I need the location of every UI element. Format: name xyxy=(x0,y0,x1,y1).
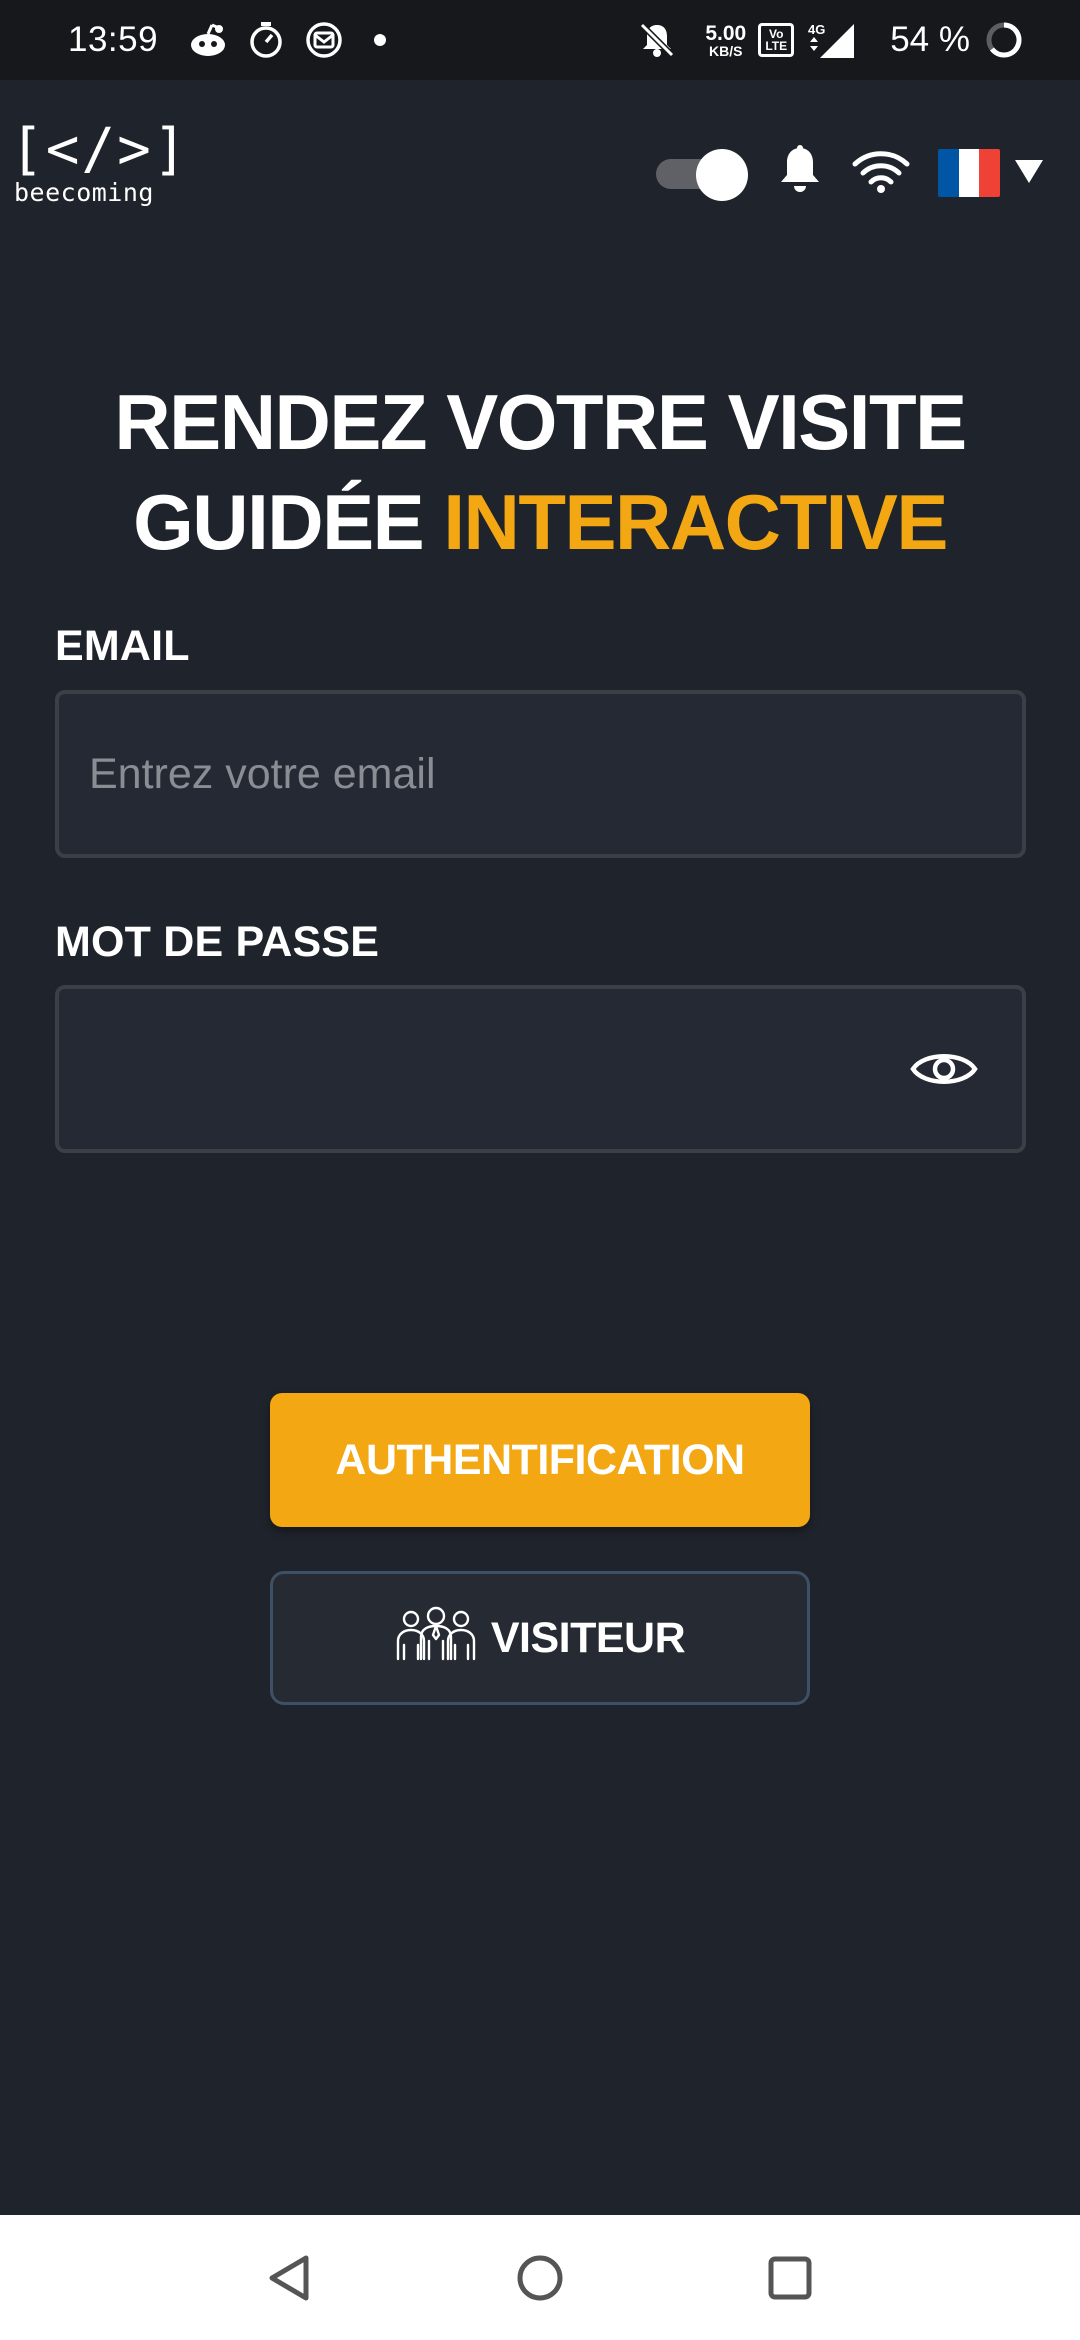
hero-line-1: RENDEZ VOTRE VISITE xyxy=(114,378,967,466)
eye-icon[interactable] xyxy=(910,1045,978,1093)
visitor-button[interactable]: VISITEUR xyxy=(270,1571,810,1705)
battery-percent: 54 % xyxy=(890,20,970,59)
people-group-icon xyxy=(395,1605,477,1672)
beecoming-logo[interactable]: [</>] beecoming xyxy=(10,117,189,207)
notification-dot xyxy=(374,34,387,46)
home-icon[interactable] xyxy=(510,2248,570,2308)
volte-icon: Vo LTE xyxy=(758,23,795,57)
logo-mark: [</>] xyxy=(10,117,189,182)
bell-icon[interactable] xyxy=(776,144,824,202)
reddit-icon xyxy=(186,18,230,62)
system-nav-bar xyxy=(0,2215,1080,2340)
password-label: MOT DE PASSE xyxy=(55,918,380,966)
hero-line-2-plain: GUIDÉE xyxy=(133,478,444,566)
net-speed: 5.00 KB/S xyxy=(705,23,746,58)
dark-mode-toggle[interactable] xyxy=(656,149,748,201)
toggle-knob xyxy=(696,149,748,201)
net-speed-unit: KB/S xyxy=(709,42,743,59)
signal-icon: 4G xyxy=(806,18,858,62)
hero-line-2-accent: INTERACTIVE xyxy=(443,478,948,566)
email-field[interactable] xyxy=(59,694,1022,854)
timer-icon xyxy=(244,18,288,62)
status-time: 13:59 xyxy=(68,20,159,59)
chevron-down-icon xyxy=(1014,158,1044,189)
authentication-button[interactable]: AUTHENTIFICATION xyxy=(270,1393,810,1527)
visitor-button-label: VISITEUR xyxy=(490,1613,686,1662)
logo-text: beecoming xyxy=(14,178,154,207)
france-flag-icon xyxy=(938,149,1000,197)
back-icon[interactable] xyxy=(260,2248,320,2308)
header-actions xyxy=(656,138,1044,208)
hero-line-2: GUIDÉE INTERACTIVE xyxy=(0,472,1080,572)
app-header: [</>] beecoming xyxy=(0,80,1080,250)
mail-icon xyxy=(302,18,346,62)
svg-text:4G: 4G xyxy=(808,22,825,37)
email-field-container xyxy=(55,690,1026,858)
wifi-icon[interactable] xyxy=(852,148,910,199)
email-label: EMAIL xyxy=(55,622,190,670)
language-selector[interactable] xyxy=(938,149,1044,197)
recents-icon[interactable] xyxy=(760,2248,820,2308)
net-speed-value: 5.00 xyxy=(705,21,747,45)
battery-ring-icon xyxy=(982,18,1026,62)
status-bar: 13:59 5.00 KB/S Vo LTE 4G 54 % xyxy=(0,0,1080,80)
password-field[interactable] xyxy=(59,989,1022,1149)
password-field-container xyxy=(55,985,1026,1153)
hero-title: RENDEZ VOTRE VISITE GUIDÉE INTERACTIVE xyxy=(0,372,1080,572)
bell-off-icon xyxy=(635,18,679,62)
